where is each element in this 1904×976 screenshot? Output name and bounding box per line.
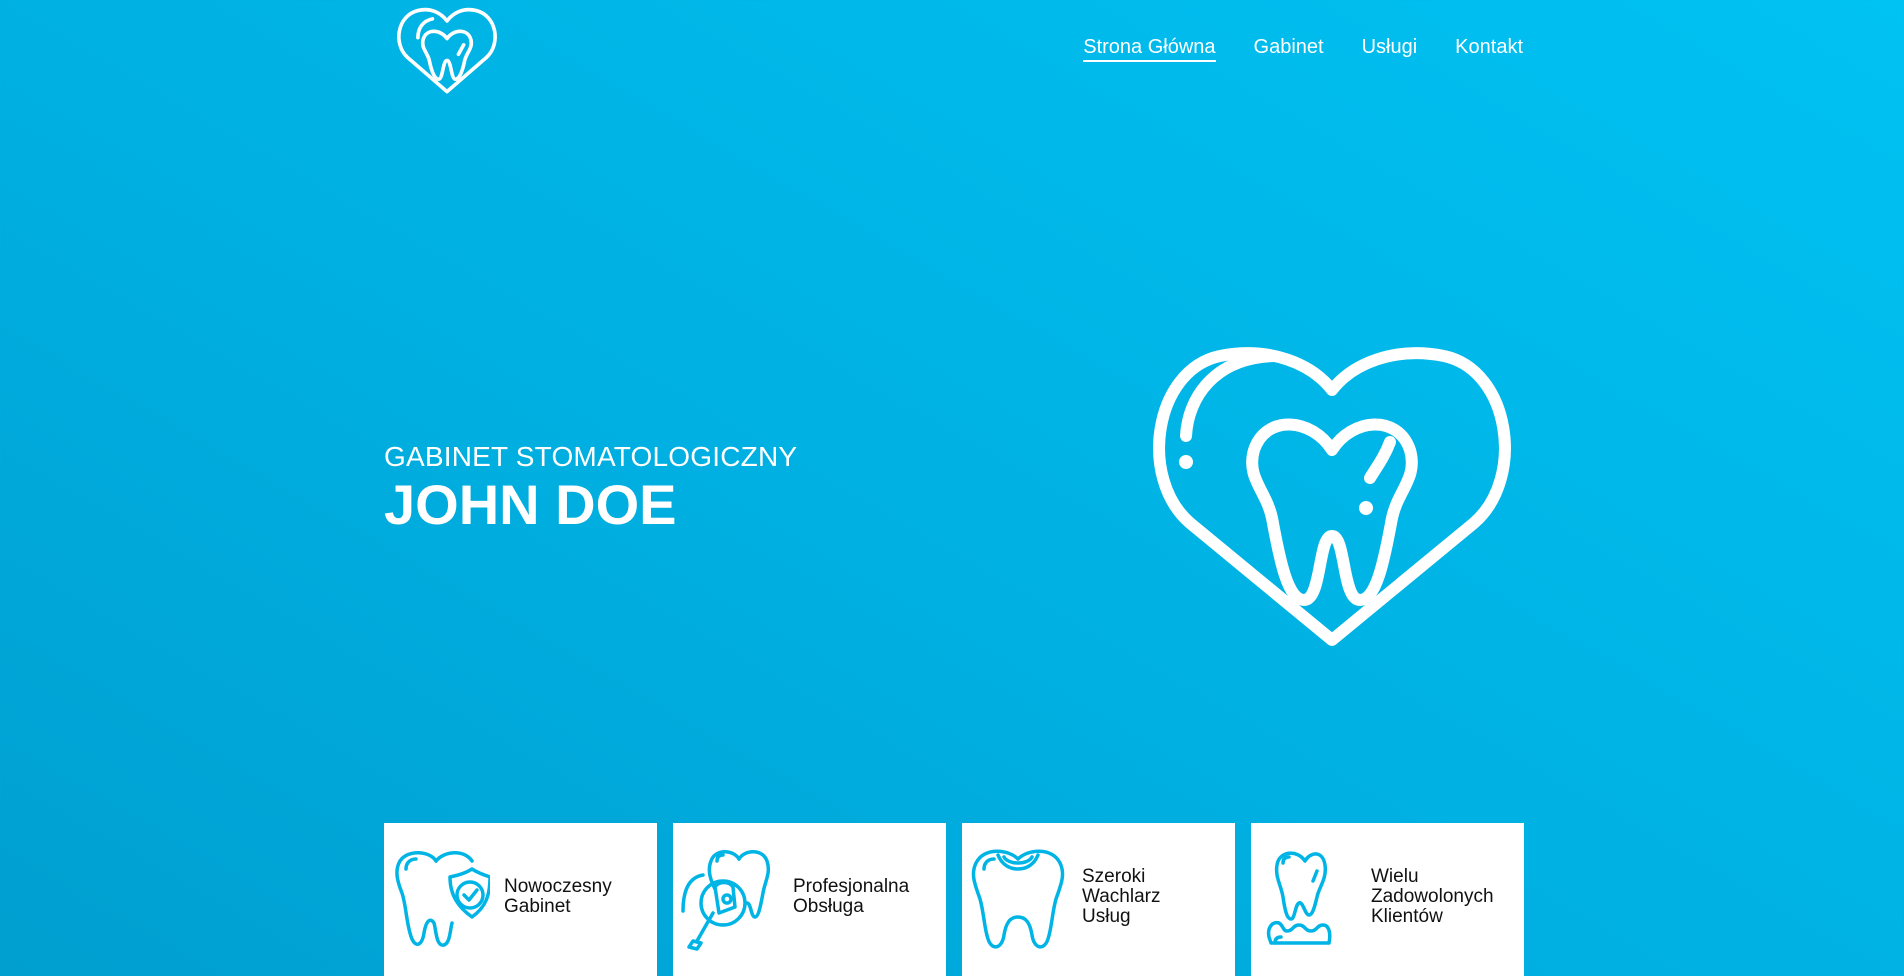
feature-label: Nowoczesny Gabinet — [504, 876, 612, 917]
feature-card-professional-service[interactable]: Profesjonalna Obsługa — [673, 823, 946, 976]
hero-illustration — [1148, 318, 1526, 653]
logo[interactable] — [395, 0, 499, 96]
heart-tooth-icon — [397, 7, 497, 94]
tooth-shield-check-icon — [390, 847, 494, 951]
feature-label: Wielu Zadowolonych Klientów — [1371, 866, 1494, 927]
main-nav: Strona Główna Gabinet Usługi Kontakt — [1083, 36, 1523, 62]
tooth-dental-tool-icon — [679, 847, 783, 951]
heart-tooth-icon — [1153, 347, 1511, 646]
feature-label: Profesjonalna Obsługa — [793, 876, 910, 917]
tooth-jaw-icon — [1257, 847, 1361, 951]
hero-text: GABINET STOMATOLOGICZNY JOHN DOE — [384, 441, 797, 535]
nav-item-office[interactable]: Gabinet — [1254, 36, 1324, 62]
feature-card-satisfied-clients[interactable]: Wielu Zadowolonych Klientów — [1251, 823, 1524, 976]
nav-item-home[interactable]: Strona Główna — [1083, 36, 1216, 62]
tooth-filling-icon — [968, 847, 1072, 951]
feature-cards: Nowoczesny Gabinet Profesjonalna Obsługa — [384, 823, 1524, 976]
feature-card-wide-range-services[interactable]: Szeroki Wachlarz Usług — [962, 823, 1235, 976]
nav-item-contact[interactable]: Kontakt — [1455, 36, 1523, 62]
nav-item-services[interactable]: Usługi — [1362, 36, 1418, 62]
feature-card-modern-office[interactable]: Nowoczesny Gabinet — [384, 823, 657, 976]
hero-subtitle: GABINET STOMATOLOGICZNY — [384, 441, 798, 472]
hero-title: JOHN DOE — [384, 473, 677, 536]
feature-label: Szeroki Wachlarz Usług — [1082, 866, 1161, 927]
